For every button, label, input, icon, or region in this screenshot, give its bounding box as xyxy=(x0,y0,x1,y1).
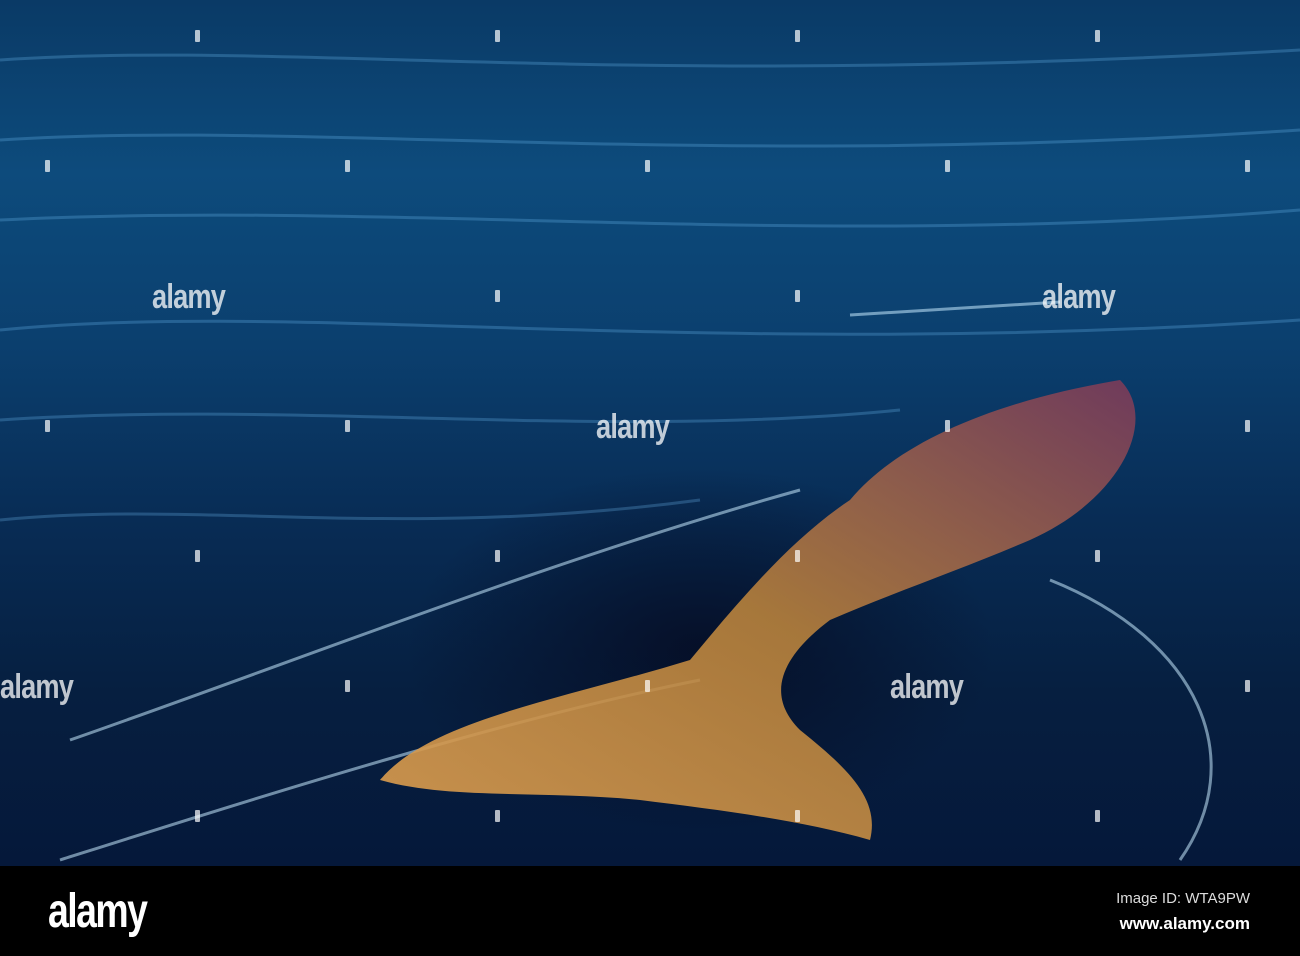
watermark-dot xyxy=(495,30,500,42)
whale-body xyxy=(380,380,1136,840)
watermark-dot xyxy=(345,420,350,432)
watermark-dot xyxy=(495,810,500,822)
watermark: alamy xyxy=(0,668,74,706)
watermark: alamy xyxy=(596,408,670,446)
watermark: alamy xyxy=(152,278,226,316)
watermark-dot xyxy=(1095,810,1100,822)
watermark-dot xyxy=(945,160,950,172)
watermark: alamy xyxy=(890,668,964,706)
watermark-dot xyxy=(195,810,200,822)
watermark-dot xyxy=(645,680,650,692)
watermark-dot xyxy=(45,160,50,172)
watermark-dot xyxy=(1245,160,1250,172)
site-url: www.alamy.com xyxy=(1119,914,1250,933)
stock-photo: alamy alamy alamy alamy alamy alamy Imag xyxy=(0,0,1300,956)
watermark-dot xyxy=(795,810,800,822)
watermark-dot xyxy=(495,290,500,302)
watermark-dot xyxy=(1245,680,1250,692)
watermark-dot xyxy=(1095,30,1100,42)
watermark-dot xyxy=(345,680,350,692)
watermark-dot xyxy=(345,160,350,172)
watermark-dot xyxy=(945,420,950,432)
watermark-dot xyxy=(495,550,500,562)
alamy-logo: alamy xyxy=(48,885,148,938)
watermark: alamy xyxy=(1042,278,1116,316)
watermark-dot xyxy=(795,290,800,302)
watermark-dot xyxy=(45,420,50,432)
image-id: Image ID: WTA9PW xyxy=(1116,890,1250,907)
watermark-dot xyxy=(795,550,800,562)
footer-bar: alamy Image ID: WTA9PW www.alamy.com xyxy=(0,866,1300,956)
watermark-dot xyxy=(645,160,650,172)
watermark-dot xyxy=(795,30,800,42)
watermark-dot xyxy=(195,550,200,562)
watermark-dot xyxy=(1245,420,1250,432)
watermark-dot xyxy=(1095,550,1100,562)
whale-in-ocean-photo: alamy alamy alamy alamy alamy xyxy=(0,0,1300,866)
watermark-dot xyxy=(195,30,200,42)
